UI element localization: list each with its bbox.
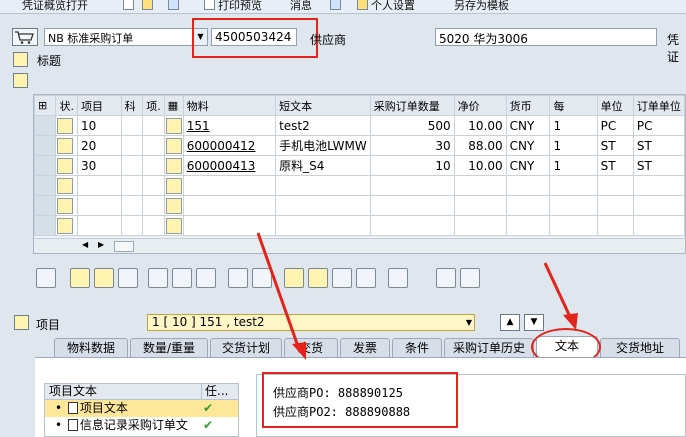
annotation-arrows [256, 232, 578, 360]
arrow-head-1 [292, 342, 306, 360]
arrow-to-text-tab [543, 262, 574, 322]
arrow-to-text-line [256, 232, 302, 353]
arrow-head-2 [563, 313, 578, 330]
